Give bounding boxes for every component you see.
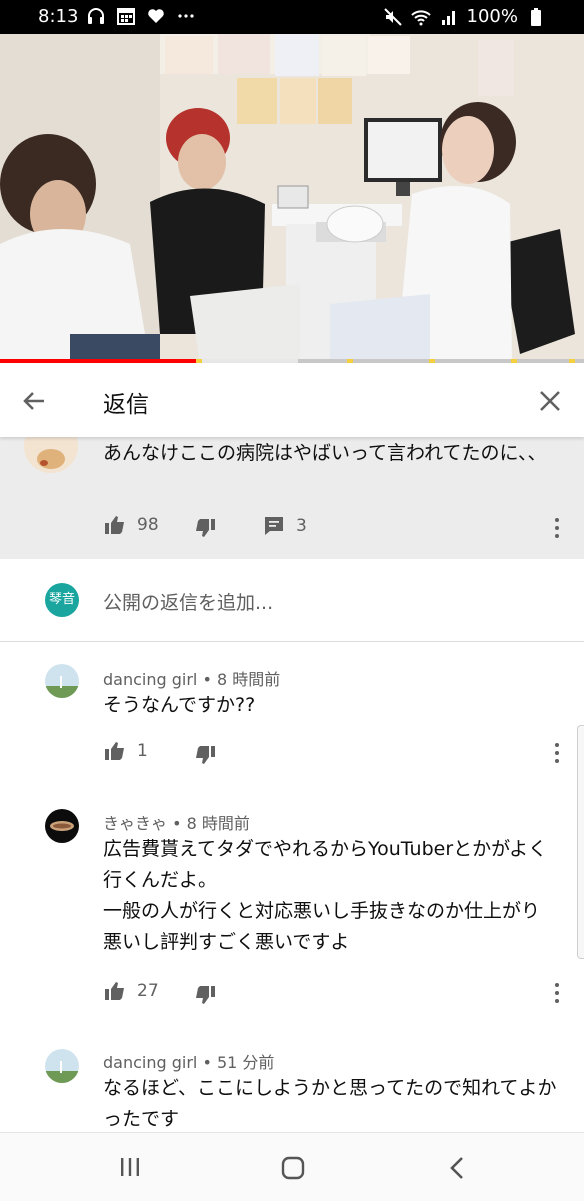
calendar-icon — [117, 8, 135, 25]
dislike-button[interactable] — [193, 516, 217, 540]
add-reply-input[interactable]: 公開の返信を追加... — [103, 588, 273, 615]
replies-header: 返信 — [0, 363, 584, 437]
video-player[interactable] — [0, 34, 584, 364]
back-icon[interactable] — [446, 1155, 468, 1181]
parent-comment-text: あんなけここの病院はやばいって言われてたのに、、 — [103, 442, 547, 464]
dislike-button[interactable] — [193, 983, 217, 1007]
wifi-icon — [410, 9, 431, 25]
arrow-left-icon[interactable] — [18, 385, 50, 417]
author-name[interactable]: きゃきゃ — [103, 814, 167, 833]
status-left-icons — [86, 6, 196, 26]
like-count: 1 — [137, 741, 148, 761]
close-icon[interactable] — [536, 387, 564, 415]
signal-icon — [441, 10, 455, 25]
like-button[interactable]: 1 — [103, 739, 148, 763]
comment-icon — [265, 517, 283, 535]
reply-text: そうなんですか?? — [103, 694, 256, 716]
thumb-up-icon — [105, 516, 124, 534]
video-frame — [0, 34, 584, 364]
reply-item: dancing girl • 8 時間前 そうなんですか?? 1 — [0, 641, 584, 791]
recent-apps-icon[interactable] — [118, 1155, 142, 1179]
avatar[interactable] — [24, 437, 78, 473]
dislike-button[interactable] — [193, 743, 217, 767]
header-title: 返信 — [103, 392, 149, 418]
reply-count-button[interactable]: 3 — [262, 514, 307, 538]
more-vert-icon[interactable] — [553, 741, 561, 765]
reply-meta: きゃきゃ • 8 時間前 — [103, 814, 250, 833]
reply-meta: dancing girl • 8 時間前 — [103, 670, 281, 689]
like-button[interactable]: 27 — [103, 979, 159, 1003]
android-nav-bar — [0, 1132, 584, 1201]
battery-percent: 100% — [466, 6, 518, 27]
status-bar: 8:13 100% — [0, 0, 584, 34]
user-avatar: 琴音 — [45, 583, 79, 617]
author-name[interactable]: dancing girl — [103, 1053, 197, 1072]
author-name[interactable]: dancing girl — [103, 670, 197, 689]
status-time: 8:13 — [38, 6, 79, 27]
timestamp: 8 時間前 — [186, 814, 250, 833]
reply-item: きゃきゃ • 8 時間前 広告費貰えてタダでやれるからYouTuberとかがよく… — [0, 791, 584, 1031]
parent-comment: あんなけここの病院はやばいって言われてたのに、、 98 3 — [0, 437, 584, 559]
battery-icon — [531, 7, 541, 26]
avatar[interactable] — [45, 1049, 79, 1083]
like-count: 27 — [137, 981, 159, 1001]
mute-icon — [383, 7, 402, 26]
thumb-down-icon — [196, 519, 215, 537]
add-reply-row[interactable]: 琴音 公開の返信を追加... — [0, 559, 584, 642]
heart-icon — [148, 9, 164, 23]
reply-count: 3 — [296, 516, 307, 536]
home-icon[interactable] — [280, 1155, 306, 1181]
more-dots-icon — [178, 14, 194, 18]
thumb-up-icon — [105, 982, 124, 1000]
like-count: 98 — [137, 515, 159, 535]
more-vert-icon[interactable] — [553, 516, 561, 540]
reply-meta: dancing girl • 51 分前 — [103, 1053, 275, 1072]
like-button[interactable]: 98 — [103, 513, 159, 537]
thumb-down-icon — [196, 986, 215, 1004]
more-vert-icon[interactable] — [553, 981, 561, 1005]
reply-text: なるほど、ここにしようかと思ってたので知れてよかったです — [103, 1077, 557, 1130]
thumb-up-icon — [105, 742, 124, 760]
timestamp: 8 時間前 — [216, 670, 281, 689]
thumb-down-icon — [196, 746, 215, 764]
reply-item: dancing girl • 51 分前 なるほど、ここにしようかと思ってたので… — [0, 1031, 584, 1132]
scrollbar[interactable] — [577, 725, 584, 959]
avatar[interactable] — [45, 809, 79, 843]
timestamp: 51 分前 — [216, 1053, 275, 1072]
headphones-icon — [88, 8, 104, 24]
avatar[interactable] — [45, 664, 79, 698]
reply-text: 広告費貰えてタダでやれるからYouTuberとかがよく行くんだよ。 一般の人が行… — [103, 838, 548, 953]
status-right-icons: 100% — [383, 6, 546, 27]
